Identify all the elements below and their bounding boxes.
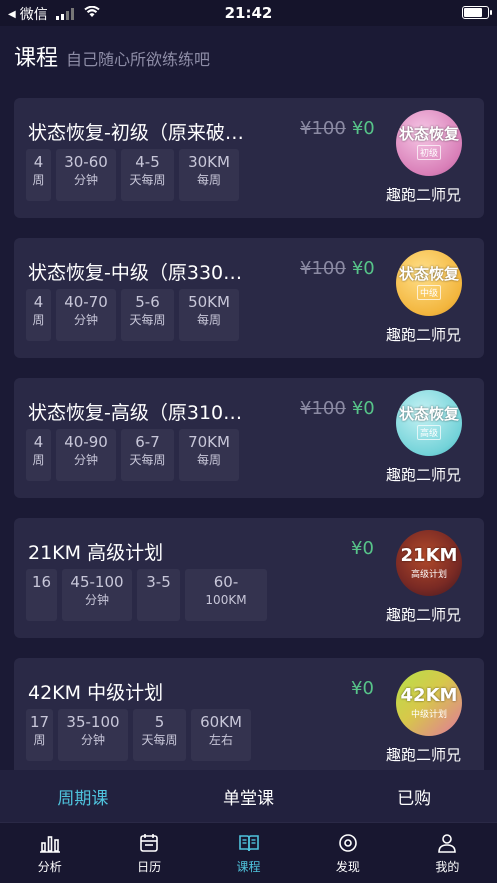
stat-minutes: 30-60 分钟 <box>56 149 116 201</box>
course-title: 21KM 高级计划 <box>28 542 164 564</box>
nav-label: 分析 <box>37 859 62 874</box>
stat-days: 6-7 天每周 <box>121 429 174 481</box>
course-title: 42KM 中级计划 <box>28 682 164 704</box>
price-current: ¥0 <box>351 538 374 559</box>
stat-days: 4-5 天每周 <box>121 149 174 201</box>
nav-item-courses[interactable]: 课程 <box>199 823 298 883</box>
person-icon <box>438 833 457 853</box>
segment-tab-bar: 周期课 单堂课 已购 <box>0 770 497 822</box>
course-title: 状态恢复-中级（原330… <box>28 262 243 284</box>
tab-single-courses[interactable]: 单堂课 <box>166 770 332 822</box>
coach-name: 趣跑二师兄 <box>385 746 461 764</box>
stat-distance: 60- 100KM <box>185 569 267 621</box>
course-stats: 4周 40-90 分钟 6-7 天每周 70KM 每周 <box>26 429 239 481</box>
nav-item-profile[interactable]: 我的 <box>398 823 497 883</box>
stat-minutes: 40-90 分钟 <box>56 429 116 481</box>
stat-weeks: 4周 <box>26 429 51 481</box>
course-card[interactable]: 21KM 高级计划 ¥0 16 45-100 分钟 3-5 60- 100KM 21… <box>14 518 484 638</box>
price-original: ¥100 <box>300 118 346 139</box>
price-current: ¥0 <box>351 258 375 279</box>
stat-weeks: 4周 <box>26 289 51 341</box>
course-price: ¥0 <box>351 678 374 699</box>
book-icon <box>238 834 259 851</box>
coach-name: 趣跑二师兄 <box>385 326 461 344</box>
nav-label: 发现 <box>335 859 360 874</box>
nav-label: 日历 <box>137 859 162 874</box>
coach-name: 趣跑二师兄 <box>385 606 461 624</box>
nav-item-discover[interactable]: 发现 <box>298 823 397 883</box>
course-stats: 16 45-100 分钟 3-5 60- 100KM <box>26 569 267 621</box>
course-card[interactable]: 状态恢复-高级（原310… ¥100 ¥0 4周 40-90 分钟 6-7 天每周 7… <box>14 378 484 498</box>
battery-icon <box>462 6 492 19</box>
price-original: ¥100 <box>300 258 346 279</box>
status-recovery-badge-icon: 状态恢复 中级 <box>396 250 462 316</box>
price-current: ¥0 <box>351 678 374 699</box>
stat-days: 5 天每周 <box>133 709 186 761</box>
tab-purchased[interactable]: 已购 <box>331 770 497 822</box>
status-time: 21:42 <box>224 4 273 22</box>
21km-plan-badge-icon: 21KM 高级计划 <box>396 530 462 596</box>
nav-label: 课程 <box>236 859 261 874</box>
stat-weeks: 4周 <box>26 149 51 201</box>
nav-item-analysis[interactable]: 分析 <box>0 823 99 883</box>
course-card[interactable]: 状态恢复-初级（原来破… ¥100 ¥0 4周 30-60 分钟 4-5 天每周 30… <box>14 98 484 218</box>
stat-minutes: 35-100 分钟 <box>58 709 128 761</box>
status-bar: ◀ 微信 21:42 <box>0 0 497 26</box>
stat-weeks: 17 周 <box>26 709 53 761</box>
course-stats: 4周 40-70 分钟 5-6 天每周 50KM 每周 <box>26 289 239 341</box>
course-title: 状态恢复-初级（原来破… <box>28 122 244 144</box>
course-stats: 4周 30-60 分钟 4-5 天每周 30KM 每周 <box>26 149 239 201</box>
stat-distance: 60KM 左右 <box>191 709 251 761</box>
42km-plan-badge-icon: 42KM 中级计划 <box>396 670 462 736</box>
price-original: ¥100 <box>300 398 346 419</box>
price-current: ¥0 <box>351 398 375 419</box>
nav-item-calendar[interactable]: 日历 <box>99 823 198 883</box>
course-price: ¥100 ¥0 <box>300 118 375 139</box>
status-recovery-badge-icon: 状态恢复 初级 <box>396 110 462 176</box>
course-stats: 17 周 35-100 分钟 5 天每周 60KM 左右 <box>26 709 251 761</box>
stat-weeks: 16 <box>26 569 57 621</box>
course-price: ¥100 ¥0 <box>300 398 375 419</box>
stat-distance: 50KM 每周 <box>179 289 239 341</box>
course-price: ¥0 <box>351 538 374 559</box>
nav-label: 我的 <box>435 859 460 874</box>
stat-distance: 70KM 每周 <box>179 429 239 481</box>
course-price: ¥100 ¥0 <box>300 258 375 279</box>
stat-days: 3-5 <box>137 569 180 621</box>
stat-days: 5-6 天每周 <box>121 289 174 341</box>
page-header: 课程 自己随心所欲练练吧 <box>14 40 210 72</box>
page-subtitle: 自己随心所欲练练吧 <box>66 50 211 69</box>
bottom-nav: 分析 日历 课程 发现 我的 <box>0 822 497 883</box>
stat-distance: 30KM 每周 <box>179 149 239 201</box>
price-current: ¥0 <box>351 118 375 139</box>
course-title: 状态恢复-高级（原310… <box>28 402 243 424</box>
battery-fill <box>464 8 482 17</box>
status-recovery-badge-icon: 状态恢复 高级 <box>396 390 462 456</box>
course-card[interactable]: 42KM 中级计划 ¥0 17 周 35-100 分钟 5 天每周 60KM 左右 42… <box>14 658 484 778</box>
bar-chart-icon <box>39 835 60 853</box>
calendar-icon <box>140 833 158 852</box>
course-card[interactable]: 状态恢复-中级（原330… ¥100 ¥0 4周 40-70 分钟 5-6 天每周 5… <box>14 238 484 358</box>
compass-icon <box>339 833 357 852</box>
stat-minutes: 40-70 分钟 <box>56 289 116 341</box>
coach-name: 趣跑二师兄 <box>385 186 461 204</box>
page-title: 课程 <box>14 46 59 71</box>
coach-name: 趣跑二师兄 <box>385 466 461 484</box>
stat-minutes: 45-100 分钟 <box>62 569 132 621</box>
tab-periodic-courses[interactable]: 周期课 <box>0 770 166 822</box>
